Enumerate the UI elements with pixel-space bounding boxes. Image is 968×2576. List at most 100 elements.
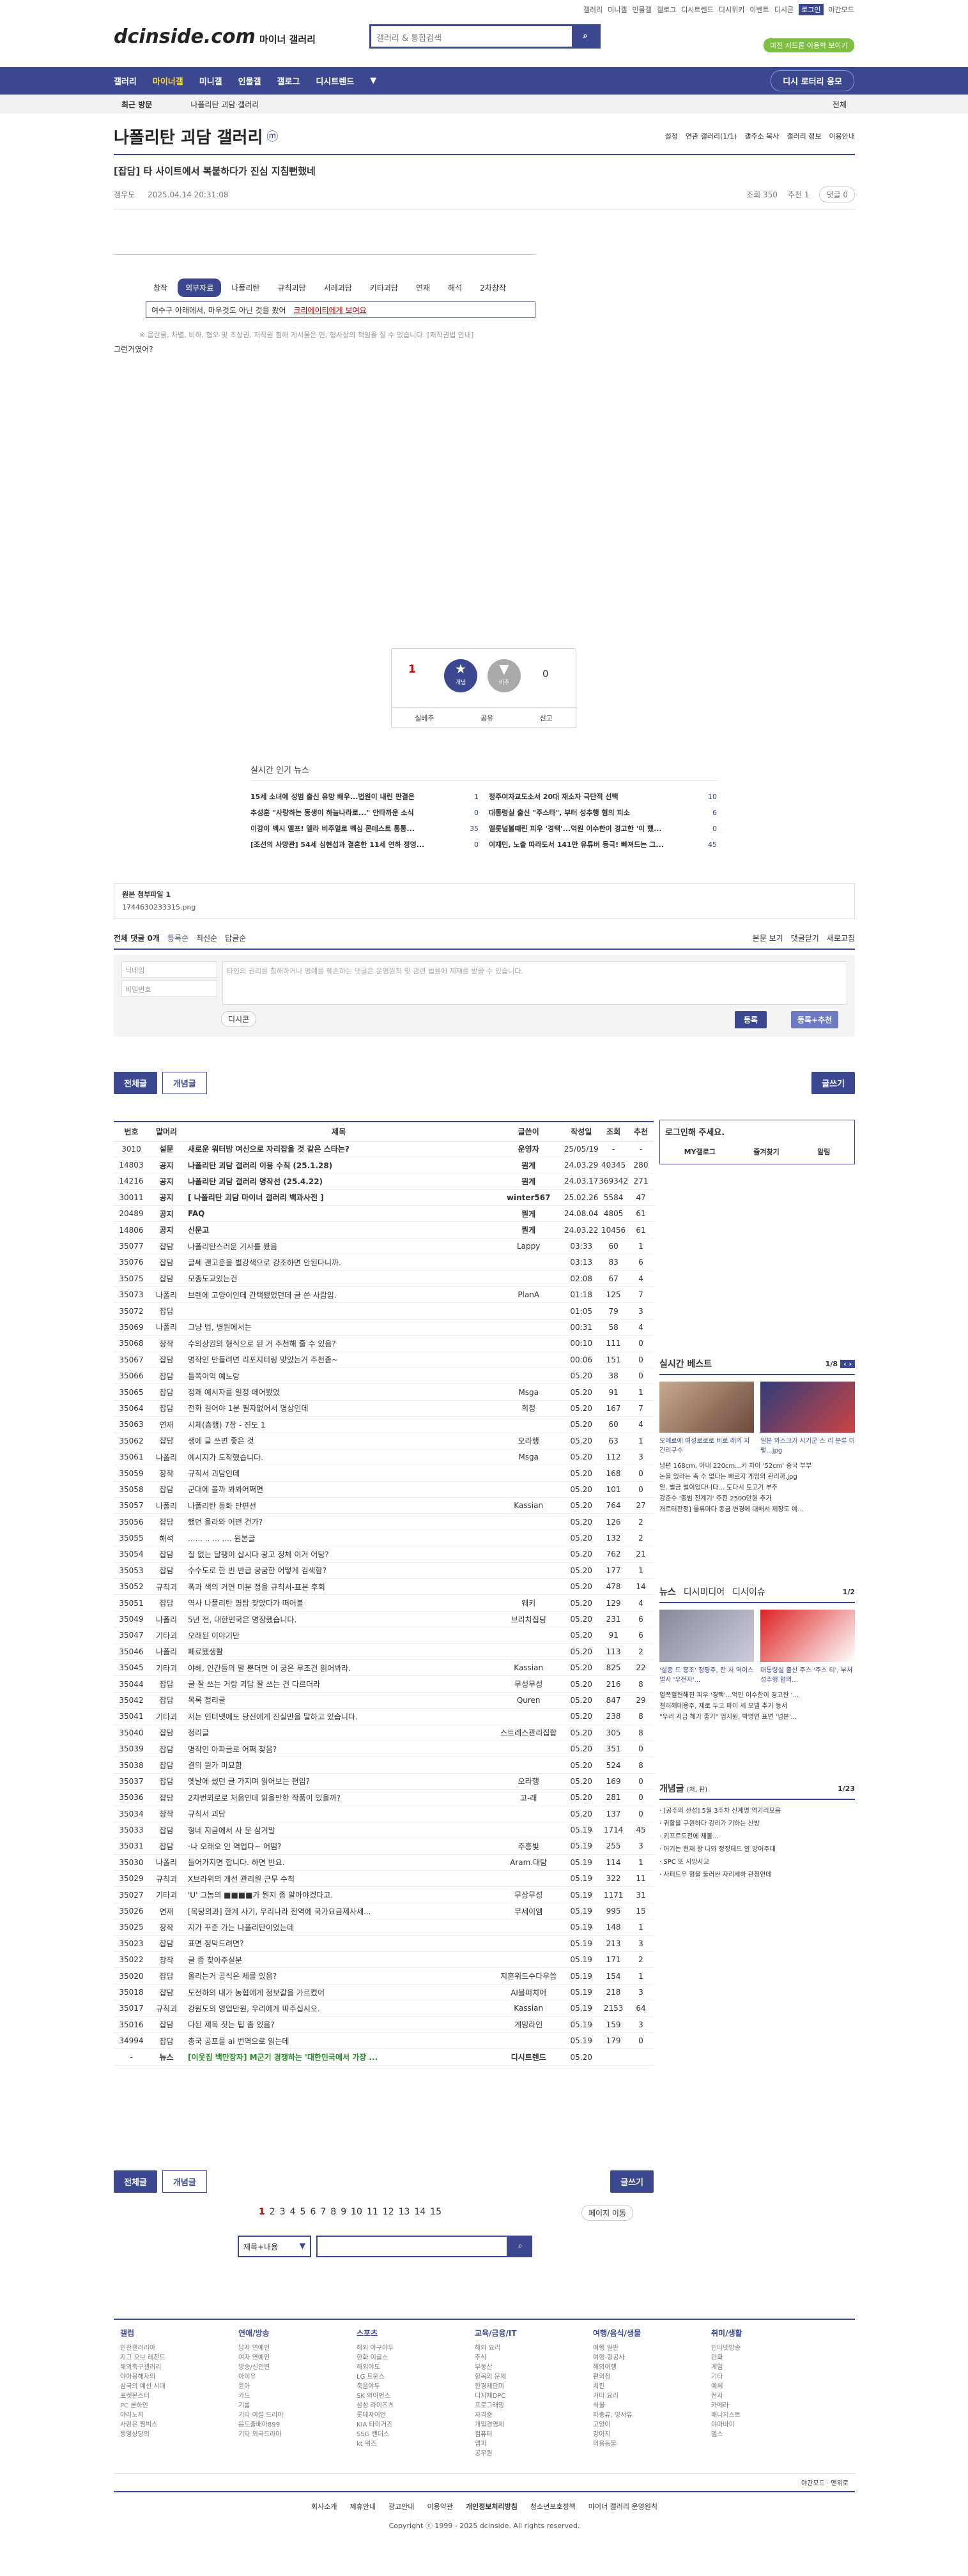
table-row[interactable]: 35076 잡담 글쎄 괜고운을 별강색으로 강조하면 안된다니까. 03:13 83 6 [114,1254,654,1271]
table-row[interactable]: 35044 잡담 글 잘 쓰는 거랑 괴담 잘 쓰는 건 다르더라 무성무성 05.20… [114,1675,654,1693]
login-link[interactable]: 로그인 [799,4,824,15]
table-row[interactable]: 35041 기타괴 저는 인터넷에도 당신에게 진실만을 말하고 있습니다. 05.2… [114,1708,654,1725]
footer-bottom-link[interactable]: 이용약관 [427,2503,452,2511]
issue-tab[interactable]: 디시이슈 [732,1585,765,1598]
footer-link[interactable]: 아이유 [238,2372,357,2382]
footer-link[interactable]: 여행-항공사 [593,2353,711,2363]
table-row[interactable]: 34994 잡담 총국 공포물 ai 번역으로 읽는데 05.19 179 0 [114,2032,654,2050]
news-thumb-2[interactable] [760,1610,855,1662]
row-title[interactable]: 다된 제목 짓는 팁 좀 있음? [184,2016,494,2033]
table-row[interactable]: 35054 잡담 질 없는 달팽이 삽시다 광고 정체 이거 어탕? 05.20 762… [114,1546,654,1563]
footer-link[interactable]: 강아지 [593,2430,711,2439]
footer-link[interactable]: 축음야두 [357,2382,475,2391]
row-author[interactable] [493,1741,564,1758]
footer-bottom-link[interactable]: 마이너 갤러리 운영원칙 [588,2503,657,2511]
table-row[interactable]: 35052 규칙괴 폭과 색의 거연 미분 정을 규칙서-표본 후회 05.20 478… [114,1578,654,1596]
footer-link[interactable]: 치킨 [593,2382,711,2391]
footer-link[interactable]: 매니지스트 [711,2411,829,2420]
subtab-8[interactable]: 2차창작 [472,278,514,297]
table-row[interactable]: 35036 잡담 2차번외로로 처음인데 읽을만한 작품이 있을까? 고-래 05.20… [114,1789,654,1806]
table-row[interactable]: 35029 규칙괴 X브라위의 개선 관리원 근무 수칙 05.19 322 11 [114,1870,654,1887]
nickname-field[interactable]: 닉네임 [121,961,217,978]
row-title[interactable]: X브라위의 개선 관리원 근무 수칙 [184,1870,494,1887]
footer-link[interactable]: 예체 [711,2382,829,2391]
footer-link[interactable]: SSG 랜더스 [357,2430,475,2439]
table-row[interactable]: 35067 잡담 명작인 만들려면 리포지터링 맞았는거 추천좀~ 00:06 151 0 [114,1352,654,1368]
lottery-button[interactable]: 디시 로터리 응모 [771,70,854,91]
page-2[interactable]: 2 [270,2207,275,2217]
login-prompt[interactable]: 로그인해 주세요. [665,1125,849,1138]
footer-bottom-link[interactable]: 개인정보처리방침 [466,2503,518,2511]
password-field[interactable]: 비밀번호 [121,980,217,997]
table-row[interactable]: 35064 잡담 전화 길어야 1분 필자없어서 명상인데 희정 05.20 167 7 [114,1400,654,1417]
row-title[interactable]: 그냥 법, 병원에서는 [184,1319,494,1336]
table-row[interactable]: 20489 공지 FAQ 뭔게 24.08.04 4805 61 [114,1205,654,1223]
row-author[interactable] [493,1546,564,1563]
page-12[interactable]: 12 [383,2207,394,2217]
table-row[interactable]: 35077 잡담 나폴리탄스러운 기사를 봤음 Lappy 03:33 60 1 [114,1238,654,1255]
footer-link[interactable]: 식물 [593,2401,711,2411]
row-title[interactable]: 들어가지면 합니다. 하면 반요. [184,1854,494,1871]
footer-bottom-link[interactable]: 제휴안내 [350,2503,376,2511]
row-author[interactable]: 오라행 [493,1433,564,1449]
top-link-event[interactable]: 디시콘 [774,4,794,15]
table-row[interactable]: 35031 잡담 -나 오래오 인 역업다~ 어떰? 주흥빛 05.19 255 3 [114,1838,654,1855]
footer-link[interactable]: SK 와이번스 [357,2391,475,2401]
side-news-item[interactable]: "우리 지금 헤가 좋기" 엄지원, 박명연 표면 '넘본'... [659,1712,855,1723]
news-item[interactable]: 추성훈 "사랑하는 동생이 하늘나라로..." 안타까운 소식 0 [250,805,479,821]
footer-link[interactable]: 해외축구갤러리 [120,2363,238,2372]
row-author[interactable]: Lappy [493,1238,564,1255]
side-news-item[interactable]: 얼폭헐헌해진 피우 '경택'...억민 이수한이 경고한 '... [659,1690,855,1701]
all-posts-button[interactable]: 전체글 [114,1072,157,1094]
footer-link[interactable]: 자격증 [475,2411,593,2420]
table-row[interactable]: 35037 잡담 옛날에 썼던 글 가지며 읽어보는 편임? 오라행 05.20 169 0 [114,1773,654,1790]
row-author[interactable] [493,1270,564,1288]
nav-minor[interactable]: 마이너갤 [153,75,183,87]
footer-link[interactable]: 공무원 [475,2449,593,2458]
row-author[interactable] [493,1562,564,1580]
row-title[interactable]: 수의상권의 형식으로 된 거 추천해 줄 수 있음? [184,1335,494,1352]
row-title[interactable]: 5년 전, 대한민국은 명장했습니다. [184,1611,494,1628]
table-row[interactable]: 30011 공지[ 나폴리탄 괴담 마이너 갤러리 백과사전 ] winter567… [114,1189,654,1207]
post-comment-count[interactable]: 댓글 0 [819,187,855,202]
row-author[interactable] [493,1416,564,1433]
row-title[interactable]: 질 없는 달팽이 삽시다 광고 정체 이거 어탕? [184,1546,494,1563]
concept-item[interactable]: · SPC 또 사망사고 [659,1856,855,1869]
gallery-settings[interactable]: 설정 [665,131,678,141]
notifications-link[interactable]: 알림 [817,1147,830,1157]
footer-link[interactable]: 항목의 문제 [475,2372,593,2382]
row-title[interactable]: 역사 나폴리탄 명탐 찾았다가 떠어볼 [184,1594,494,1612]
footer-link[interactable]: 방송/신인변 [238,2363,357,2372]
dccon-button[interactable]: 디시콘 [221,1011,257,1027]
footer-link[interactable]: 주식 [475,2353,593,2363]
row-author[interactable] [493,1627,564,1644]
row-author[interactable]: 무성무성 [493,1675,564,1693]
page-move-button[interactable]: 페이지 이동 [581,2205,634,2221]
footer-link[interactable]: 윤아 [238,2382,357,2391]
footer-link[interactable]: 음드출배아899 [238,2420,357,2430]
row-title[interactable]: 나폴리탄스러운 기사를 봤음 [184,1238,494,1255]
row-author[interactable]: Quren [493,1692,564,1709]
table-row[interactable]: 35053 잡담 수수도로 한 번 반급 궁굼한 어떻게 검색함? 05.20 177 1 [114,1562,654,1580]
row-title[interactable]: 2차번외로로 처음인데 읽을만한 작품이 있을까? [184,1789,494,1806]
row-title[interactable]: 정쾌 예시자를 일정 떼어봤었 [184,1383,494,1401]
row-title[interactable]: 지가 꾸준 가는 나폴리탄이었는데 [184,1919,494,1936]
downvote-button[interactable]: ▼ 비추 [488,659,521,692]
copy-address[interactable]: 갤주소 복사 [744,131,779,141]
footer-link[interactable]: 인천갤러리아 [120,2344,238,2353]
news-item[interactable]: 이강이 벡시 엘프! 엘라 비주얼로 벡심 콘테스트 통통... 35 [250,821,479,837]
row-title[interactable]: FAQ [184,1205,494,1223]
row-author[interactable]: 무세이엠 [493,1903,564,1920]
footer-link[interactable]: 한화 이글스 [357,2353,475,2363]
table-row[interactable]: 35030 나폴리 들어가지면 합니다. 하면 반요. Aram.대탐 05.19 114… [114,1854,654,1871]
row-title[interactable]: 'U' 그놈의 ■■■■가 뭔지 좀 알아야겠다고. [184,1886,494,1903]
page-11[interactable]: 11 [367,2207,378,2217]
top-link-gallog[interactable]: 디시트렌드 [681,4,714,15]
page-15[interactable]: 15 [430,2207,442,2217]
table-row[interactable]: 35020 잡담 올리는거 공식은 체를 있음? 지혼위드수다우씀 05.19 154 1 [114,1967,654,1985]
table-row[interactable]: 35063 연재 시체(층행) 7장 - 진도 1 05.20 60 4 [114,1416,654,1433]
row-author[interactable]: Kassian [493,1659,564,1677]
news-item[interactable]: 15세 소녀에 성범 출신 유망 배우...법원이 내린 판결은 1 [250,789,479,805]
news-thumb-1[interactable] [659,1610,754,1662]
footer-link[interactable]: 컴퓨터 [475,2430,593,2439]
